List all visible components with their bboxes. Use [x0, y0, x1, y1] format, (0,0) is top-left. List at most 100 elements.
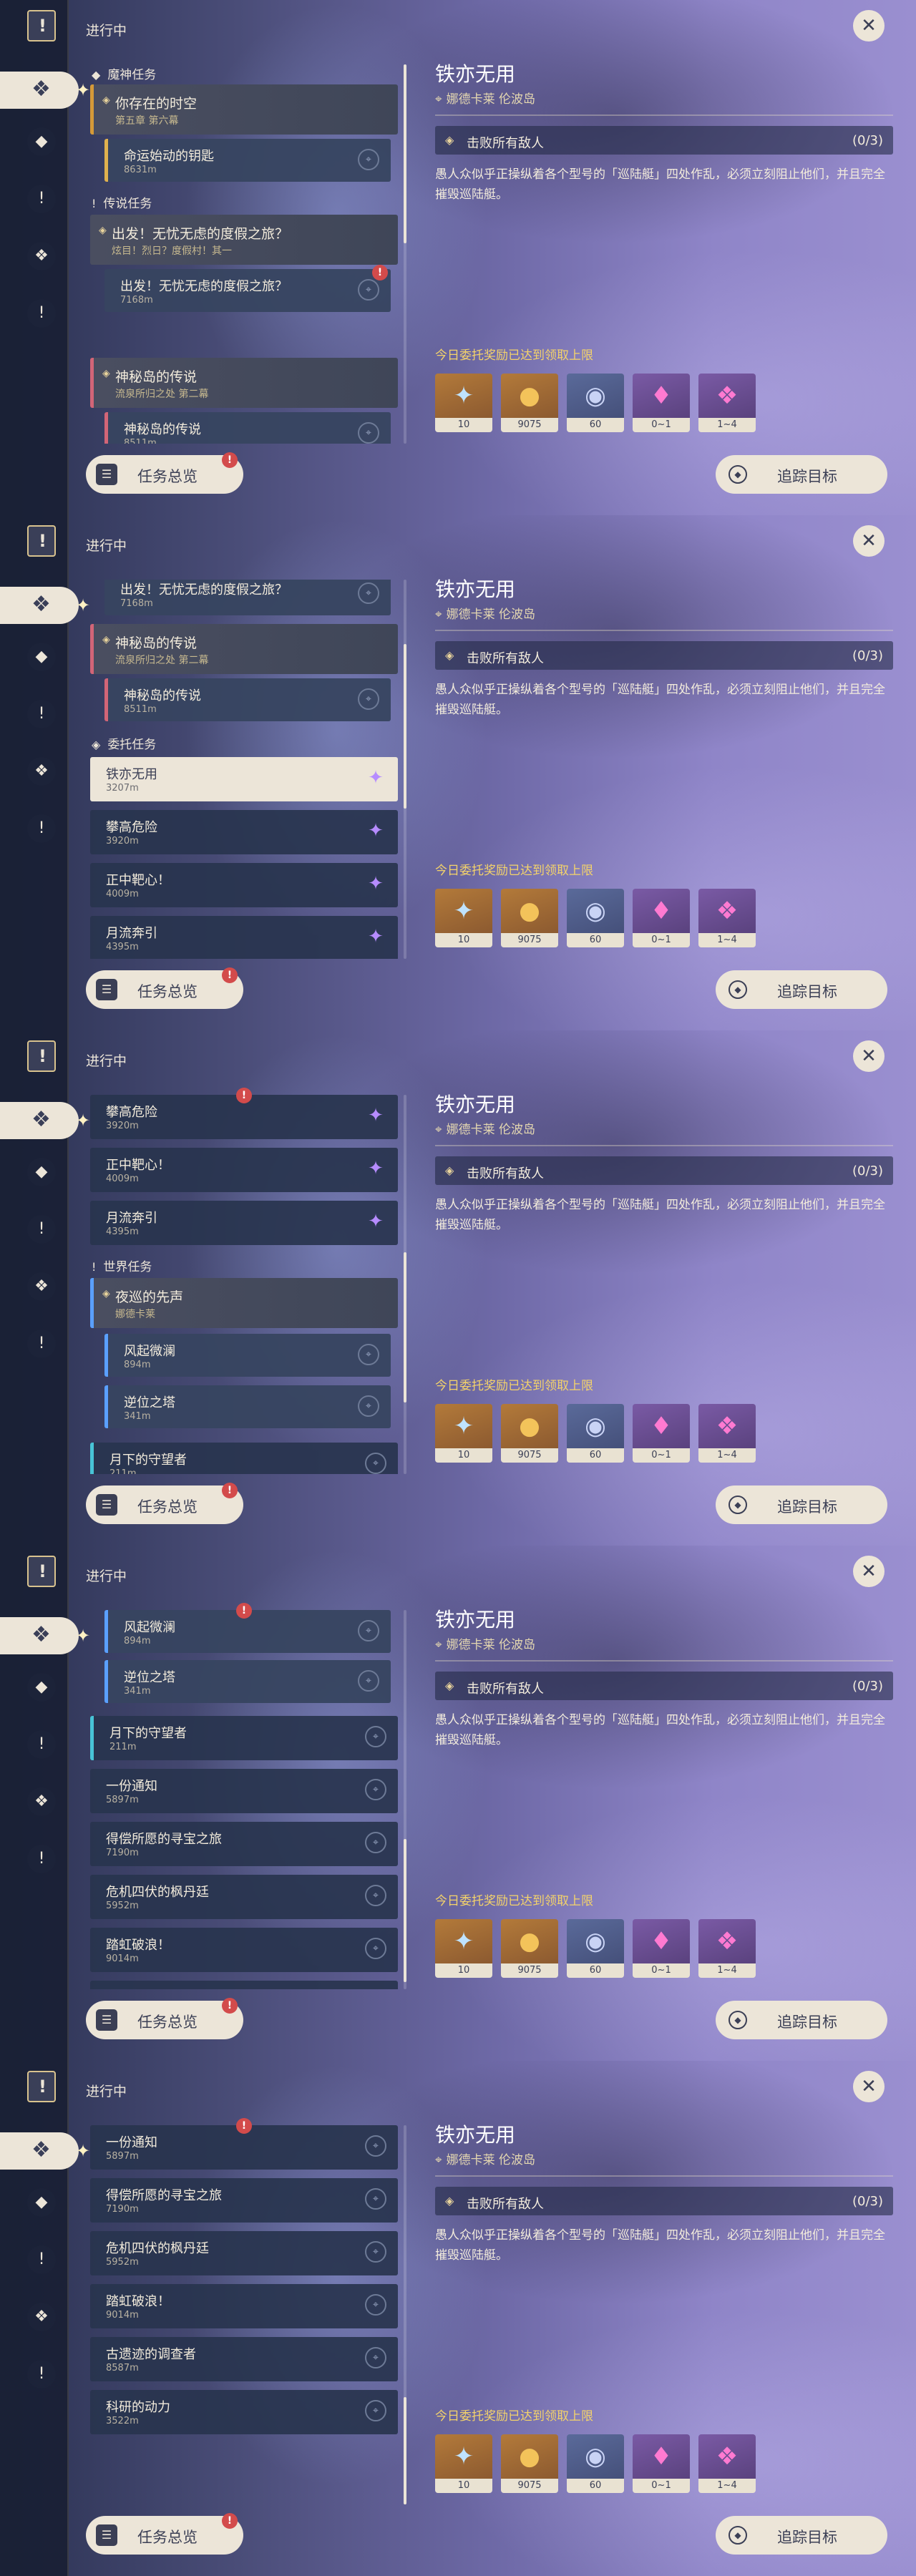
quest-entry[interactable]: 得偿所愿的寻宝之旅 7190m ⌖ [90, 2178, 398, 2223]
reward-item[interactable]: ◉ 60 [567, 889, 624, 947]
quest-overview-button[interactable]: ☰ 任务总览! [86, 967, 243, 1009]
close-button[interactable]: ✕ [853, 1556, 885, 1587]
location-pin-icon[interactable]: ⌖ [365, 2188, 386, 2210]
location-pin-icon[interactable]: ⌖ [358, 149, 379, 170]
quest-entry[interactable]: 月流奔引 4395m ✦ [90, 1201, 398, 1245]
quest-list[interactable]: ◆ 魔神任务 ◈ 你存在的时空 第五章 第六幕 命运始动的钥匙 8631m ⌖! 传说任务 ◈ 出发… [86, 64, 401, 444]
scroll-thumb[interactable] [404, 644, 406, 809]
quest-book-icon[interactable]: ! [27, 10, 56, 42]
quest-step[interactable]: 逆位之塔 341m ⌖ [104, 1660, 391, 1703]
reward-item[interactable]: ❖ 1~4 [698, 374, 756, 432]
scrollbar[interactable] [404, 64, 406, 444]
quest-entry[interactable]: 铁亦无用 3207m ✦ [90, 757, 398, 801]
reward-item[interactable]: ◉ 60 [567, 1404, 624, 1463]
reward-item[interactable]: ● 9075 [501, 2434, 558, 2493]
quest-list[interactable]: 风起微澜 894m ⌖ 逆位之塔 341m ⌖ 月下的守望者 211m ⌖ 一份通知 5897m ⌖ 得… [86, 1610, 401, 1989]
quest-entry[interactable]: 危机四伏的枫丹廷 5952m ⌖ [90, 1875, 398, 1919]
quest-entry[interactable]: 一份通知 5897m ⌖ [90, 1769, 398, 1813]
quest-step[interactable]: 出发！无忧无虑的度假之旅？ 7168m ⌖! [104, 265, 391, 312]
reward-item[interactable]: ❖ 1~4 [698, 1404, 756, 1463]
reward-item[interactable]: ❖ 1~4 [698, 1919, 756, 1978]
quest-overview-button[interactable]: ☰ 任务总览! [86, 452, 243, 494]
quest-overview-button[interactable]: ☰ 任务总览! [86, 1483, 243, 1524]
location-pin-icon[interactable]: ⌖ [365, 1779, 386, 1800]
scroll-thumb[interactable] [404, 2397, 406, 2504]
reward-item[interactable]: ✦ 10 [435, 889, 492, 947]
quest-entry[interactable]: 踏虹破浪！ 9014m ⌖ [90, 2284, 398, 2328]
quest-entry[interactable]: 正中靶心！ 4009m ✦ [90, 863, 398, 907]
scrollbar[interactable] [404, 580, 406, 959]
all-quests-tab[interactable]: ❖ [0, 72, 79, 109]
scroll-thumb[interactable] [404, 1839, 406, 1982]
world-quest-icon[interactable]: ! [27, 299, 56, 328]
world-quest-icon[interactable]: ! [27, 2360, 56, 2389]
location-pin-icon[interactable]: ⌖ [358, 1344, 379, 1365]
location-pin-icon[interactable]: ⌖ [365, 1832, 386, 1853]
location-pin-icon[interactable]: ⌖ [365, 2400, 386, 2421]
quest-book-icon[interactable]: ! [27, 1040, 56, 1072]
quest-step[interactable]: 命运始动的钥匙 8631m ⌖ [104, 139, 391, 182]
close-button[interactable]: ✕ [853, 1040, 885, 1072]
reward-item[interactable]: ❖ 1~4 [698, 889, 756, 947]
reward-item[interactable]: ✦ 10 [435, 1919, 492, 1978]
quest-overview-button[interactable]: ☰ 任务总览! [86, 2513, 243, 2555]
compass-icon[interactable]: ◆ [27, 127, 56, 156]
location-pin-icon[interactable]: ⌖ [358, 1395, 379, 1417]
reward-item[interactable]: ✦ 10 [435, 1404, 492, 1463]
location-pin-icon[interactable]: ⌖ [365, 1885, 386, 1906]
compass-icon[interactable]: ◆ [27, 1158, 56, 1186]
location-pin-icon[interactable]: ⌖ [365, 1726, 386, 1747]
reward-item[interactable]: ♦ 0~1 [633, 889, 690, 947]
reward-item[interactable]: ● 9075 [501, 889, 558, 947]
reward-item[interactable]: ♦ 0~1 [633, 374, 690, 432]
location-pin-icon[interactable]: ⌖ [358, 1620, 379, 1641]
quest-step[interactable]: 逆位之塔 341m ⌖ [104, 1385, 391, 1428]
commission-icon[interactable]: ❖ [27, 757, 56, 786]
world-quest-icon[interactable]: ! [27, 1845, 56, 1873]
location-pin-icon[interactable]: ⌖ [358, 688, 379, 710]
quest-entry[interactable]: 古遗迹的调查者8587m ⌖ [90, 2337, 398, 2381]
reward-item[interactable]: ♦ 0~1 [633, 1404, 690, 1463]
location-pin-icon[interactable]: ⌖ [365, 1453, 386, 1474]
compass-icon[interactable]: ◆ [27, 643, 56, 671]
quest-overview-button[interactable]: ☰ 任务总览! [86, 1998, 243, 2039]
commission-icon[interactable]: ❖ [27, 242, 56, 270]
reward-item[interactable]: ❖ 1~4 [698, 2434, 756, 2493]
quest-entry[interactable]: 危机四伏的枫丹廷 5952m ⌖ [90, 2231, 398, 2275]
close-button[interactable]: ✕ [853, 10, 885, 42]
quest-list[interactable]: 攀高危险 3920m ✦ 正中靶心！ 4009m ✦ 月流奔引 4395m ✦! 世界任务 ◈ 夜巡的… [86, 1095, 401, 1474]
all-quests-tab[interactable]: ❖ [0, 587, 79, 624]
track-target-button[interactable]: ◆ 追踪目标 [716, 455, 887, 494]
reward-item[interactable]: ◉ 60 [567, 1919, 624, 1978]
quest-card[interactable]: ◈ 神秘岛的传说 流泉所归之处 第二幕 [90, 358, 398, 408]
scrollbar[interactable] [404, 2125, 406, 2504]
scrollbar[interactable] [404, 1610, 406, 1989]
reward-item[interactable]: ● 9075 [501, 1919, 558, 1978]
story-quest-icon[interactable]: ! [27, 700, 56, 728]
story-quest-icon[interactable]: ! [27, 185, 56, 213]
story-quest-icon[interactable]: ! [27, 2245, 56, 2274]
quest-entry[interactable]: 科研的动力 3522m ⌖ [90, 2390, 398, 2434]
reward-item[interactable]: ◉ 60 [567, 2434, 624, 2493]
location-pin-icon[interactable]: ⌖ [358, 582, 379, 604]
close-button[interactable]: ✕ [853, 2071, 885, 2102]
scrollbar[interactable] [404, 1095, 406, 1474]
track-target-button[interactable]: ◆ 追踪目标 [716, 2001, 887, 2039]
quest-book-icon[interactable]: ! [27, 2071, 56, 2102]
quest-entry[interactable]: 月流奔引 4395m ✦ [90, 916, 398, 959]
quest-list[interactable]: 出发！无忧无虑的度假之旅？ 7168m ⌖ ◈ 神秘岛的传说 流泉所归之处 第二幕 神秘岛的… [86, 580, 401, 959]
reward-item[interactable]: ● 9075 [501, 374, 558, 432]
all-quests-tab[interactable]: ❖ [0, 1617, 79, 1654]
quest-card[interactable]: ◈ 你存在的时空 第五章 第六幕 [90, 84, 398, 135]
track-target-button[interactable]: ◆ 追踪目标 [716, 970, 887, 1009]
compass-icon[interactable]: ◆ [27, 2188, 56, 2217]
location-pin-icon[interactable]: ⌖ [365, 2347, 386, 2368]
reward-item[interactable]: ✦ 10 [435, 374, 492, 432]
quest-book-icon[interactable]: ! [27, 1556, 56, 1587]
track-target-button[interactable]: ◆ 追踪目标 [716, 2516, 887, 2555]
quest-entry[interactable]: 踏虹破浪！ 9014m ⌖ [90, 1928, 398, 1972]
track-target-button[interactable]: ◆ 追踪目标 [716, 1485, 887, 1524]
world-quest-icon[interactable]: ! [27, 814, 56, 843]
reward-item[interactable]: ✦ 10 [435, 2434, 492, 2493]
location-pin-icon[interactable]: ⌖ [365, 2241, 386, 2263]
